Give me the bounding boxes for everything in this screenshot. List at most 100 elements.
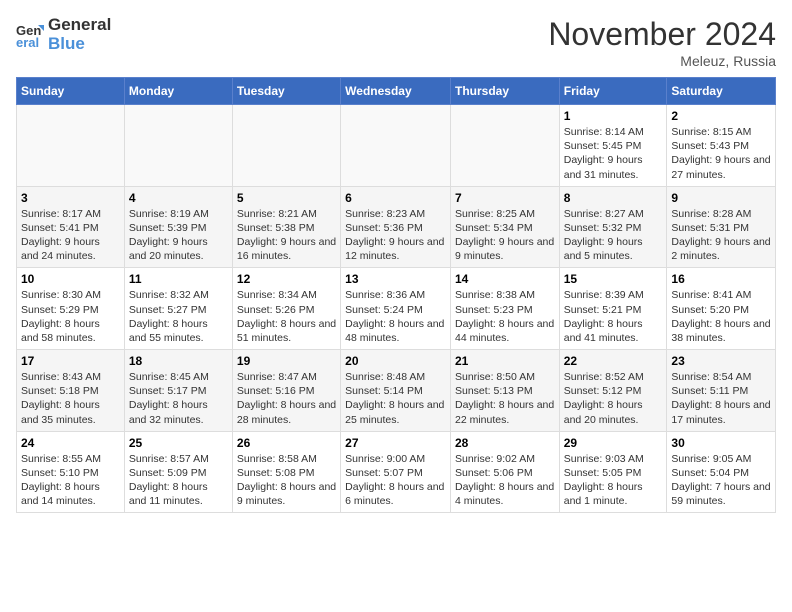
calendar-cell [450, 105, 559, 187]
calendar-cell: 5 Sunrise: 8:21 AM Sunset: 5:38 PM Daylig… [232, 186, 340, 268]
calendar-cell: 27 Sunrise: 9:00 AM Sunset: 5:07 PM Dayli… [341, 431, 451, 513]
logo-icon: Gen eral [16, 21, 44, 49]
day-info: Sunrise: 8:38 AM Sunset: 5:23 PM Dayligh… [455, 288, 555, 345]
location: Meleuz, Russia [548, 53, 776, 69]
day-number: 17 [21, 354, 120, 368]
day-number: 11 [129, 272, 228, 286]
day-number: 19 [237, 354, 336, 368]
calendar-cell: 28Sunrise: 9:02 AM Sunset: 5:06 PM Dayli… [450, 431, 559, 513]
day-number: 24 [21, 436, 120, 450]
logo-text-general: General [48, 16, 111, 35]
day-number: 2 [671, 109, 771, 123]
day-number: 30 [671, 436, 771, 450]
col-header-sunday: Sunday [17, 78, 125, 105]
day-number: 26 [237, 436, 336, 450]
title-block: November 2024 Meleuz, Russia [548, 16, 776, 69]
day-number: 25 [129, 436, 228, 450]
calendar-cell: 8 Sunrise: 8:27 AM Sunset: 5:32 PM Daylig… [559, 186, 667, 268]
calendar-cell: 2 Sunrise: 8:15 AM Sunset: 5:43 PM Daylig… [667, 105, 776, 187]
calendar-cell: 7Sunrise: 8:25 AM Sunset: 5:34 PM Daylig… [450, 186, 559, 268]
day-number: 20 [345, 354, 446, 368]
calendar-cell: 20 Sunrise: 8:48 AM Sunset: 5:14 PM Dayli… [341, 350, 451, 432]
day-info: Sunrise: 8:41 AM Sunset: 5:20 PM Dayligh… [671, 288, 771, 345]
day-info: Sunrise: 8:34 AM Sunset: 5:26 PM Dayligh… [237, 288, 336, 345]
calendar-cell: 21 Sunrise: 8:50 AM Sunset: 5:13 PM Dayli… [450, 350, 559, 432]
col-header-saturday: Saturday [667, 78, 776, 105]
calendar-header: SundayMondayTuesdayWednesdayThursdayFrid… [17, 78, 776, 105]
day-info: Sunrise: 8:30 AM Sunset: 5:29 PM Dayligh… [21, 288, 120, 345]
calendar-week-1: 1 Sunrise: 8:14 AM Sunset: 5:45 PM Daylig… [17, 105, 776, 187]
calendar-cell: 24Sunrise: 8:55 AM Sunset: 5:10 PM Dayli… [17, 431, 125, 513]
calendar-cell: 10Sunrise: 8:30 AM Sunset: 5:29 PM Dayli… [17, 268, 125, 350]
calendar-cell: 22 Sunrise: 8:52 AM Sunset: 5:12 PM Dayli… [559, 350, 667, 432]
svg-text:eral: eral [16, 35, 39, 49]
day-number: 1 [564, 109, 663, 123]
calendar-cell: 14 Sunrise: 8:38 AM Sunset: 5:23 PM Dayli… [450, 268, 559, 350]
day-info: Sunrise: 8:47 AM Sunset: 5:16 PM Dayligh… [237, 370, 336, 427]
day-number: 3 [21, 191, 120, 205]
calendar-cell: 17 Sunrise: 8:43 AM Sunset: 5:18 PM Dayli… [17, 350, 125, 432]
day-info: Sunrise: 8:57 AM Sunset: 5:09 PM Dayligh… [129, 452, 228, 509]
calendar-cell: 11 Sunrise: 8:32 AM Sunset: 5:27 PM Dayli… [124, 268, 232, 350]
calendar-cell: 18 Sunrise: 8:45 AM Sunset: 5:17 PM Dayli… [124, 350, 232, 432]
day-number: 27 [345, 436, 446, 450]
calendar-cell: 16 Sunrise: 8:41 AM Sunset: 5:20 PM Dayli… [667, 268, 776, 350]
day-info: Sunrise: 9:00 AM Sunset: 5:07 PM Dayligh… [345, 452, 446, 509]
day-info: Sunrise: 8:17 AM Sunset: 5:41 PM Dayligh… [21, 207, 120, 264]
day-number: 6 [345, 191, 446, 205]
calendar-week-5: 24Sunrise: 8:55 AM Sunset: 5:10 PM Dayli… [17, 431, 776, 513]
day-number: 15 [564, 272, 663, 286]
calendar-cell: 29Sunrise: 9:03 AM Sunset: 5:05 PM Dayli… [559, 431, 667, 513]
calendar-table: SundayMondayTuesdayWednesdayThursdayFrid… [16, 77, 776, 513]
calendar-cell: 19 Sunrise: 8:47 AM Sunset: 5:16 PM Dayli… [232, 350, 340, 432]
day-number: 18 [129, 354, 228, 368]
day-number: 23 [671, 354, 771, 368]
day-number: 28 [455, 436, 555, 450]
day-number: 13 [345, 272, 446, 286]
logo: Gen eral General Blue [16, 16, 111, 53]
col-header-friday: Friday [559, 78, 667, 105]
day-info: Sunrise: 8:52 AM Sunset: 5:12 PM Dayligh… [564, 370, 663, 427]
day-info: Sunrise: 8:27 AM Sunset: 5:32 PM Dayligh… [564, 207, 663, 264]
day-number: 7 [455, 191, 555, 205]
calendar-cell: 23 Sunrise: 8:54 AM Sunset: 5:11 PM Dayli… [667, 350, 776, 432]
col-header-tuesday: Tuesday [232, 78, 340, 105]
page-header: Gen eral General Blue November 2024 Mele… [16, 16, 776, 69]
day-info: Sunrise: 8:19 AM Sunset: 5:39 PM Dayligh… [129, 207, 228, 264]
day-number: 5 [237, 191, 336, 205]
day-info: Sunrise: 8:43 AM Sunset: 5:18 PM Dayligh… [21, 370, 120, 427]
day-info: Sunrise: 8:21 AM Sunset: 5:38 PM Dayligh… [237, 207, 336, 264]
day-info: Sunrise: 8:36 AM Sunset: 5:24 PM Dayligh… [345, 288, 446, 345]
calendar-cell [124, 105, 232, 187]
calendar-week-4: 17 Sunrise: 8:43 AM Sunset: 5:18 PM Dayli… [17, 350, 776, 432]
col-header-monday: Monday [124, 78, 232, 105]
day-info: Sunrise: 8:45 AM Sunset: 5:17 PM Dayligh… [129, 370, 228, 427]
logo-text-blue: Blue [48, 35, 111, 54]
day-info: Sunrise: 8:14 AM Sunset: 5:45 PM Dayligh… [564, 125, 663, 182]
day-info: Sunrise: 8:15 AM Sunset: 5:43 PM Dayligh… [671, 125, 771, 182]
calendar-cell: 12 Sunrise: 8:34 AM Sunset: 5:26 PM Dayli… [232, 268, 340, 350]
day-number: 9 [671, 191, 771, 205]
col-header-thursday: Thursday [450, 78, 559, 105]
col-header-wednesday: Wednesday [341, 78, 451, 105]
day-info: Sunrise: 8:39 AM Sunset: 5:21 PM Dayligh… [564, 288, 663, 345]
day-number: 16 [671, 272, 771, 286]
day-info: Sunrise: 8:54 AM Sunset: 5:11 PM Dayligh… [671, 370, 771, 427]
calendar-cell: 15 Sunrise: 8:39 AM Sunset: 5:21 PM Dayli… [559, 268, 667, 350]
day-number: 14 [455, 272, 555, 286]
calendar-cell: 25 Sunrise: 8:57 AM Sunset: 5:09 PM Dayli… [124, 431, 232, 513]
day-info: Sunrise: 8:48 AM Sunset: 5:14 PM Dayligh… [345, 370, 446, 427]
calendar-cell: 4 Sunrise: 8:19 AM Sunset: 5:39 PM Daylig… [124, 186, 232, 268]
calendar-cell [232, 105, 340, 187]
calendar-cell: 9Sunrise: 8:28 AM Sunset: 5:31 PM Daylig… [667, 186, 776, 268]
day-info: Sunrise: 8:32 AM Sunset: 5:27 PM Dayligh… [129, 288, 228, 345]
day-info: Sunrise: 8:50 AM Sunset: 5:13 PM Dayligh… [455, 370, 555, 427]
day-number: 4 [129, 191, 228, 205]
month-title: November 2024 [548, 16, 776, 53]
day-number: 8 [564, 191, 663, 205]
calendar-cell: 30Sunrise: 9:05 AM Sunset: 5:04 PM Dayli… [667, 431, 776, 513]
day-number: 21 [455, 354, 555, 368]
day-number: 12 [237, 272, 336, 286]
day-number: 22 [564, 354, 663, 368]
calendar-cell [341, 105, 451, 187]
